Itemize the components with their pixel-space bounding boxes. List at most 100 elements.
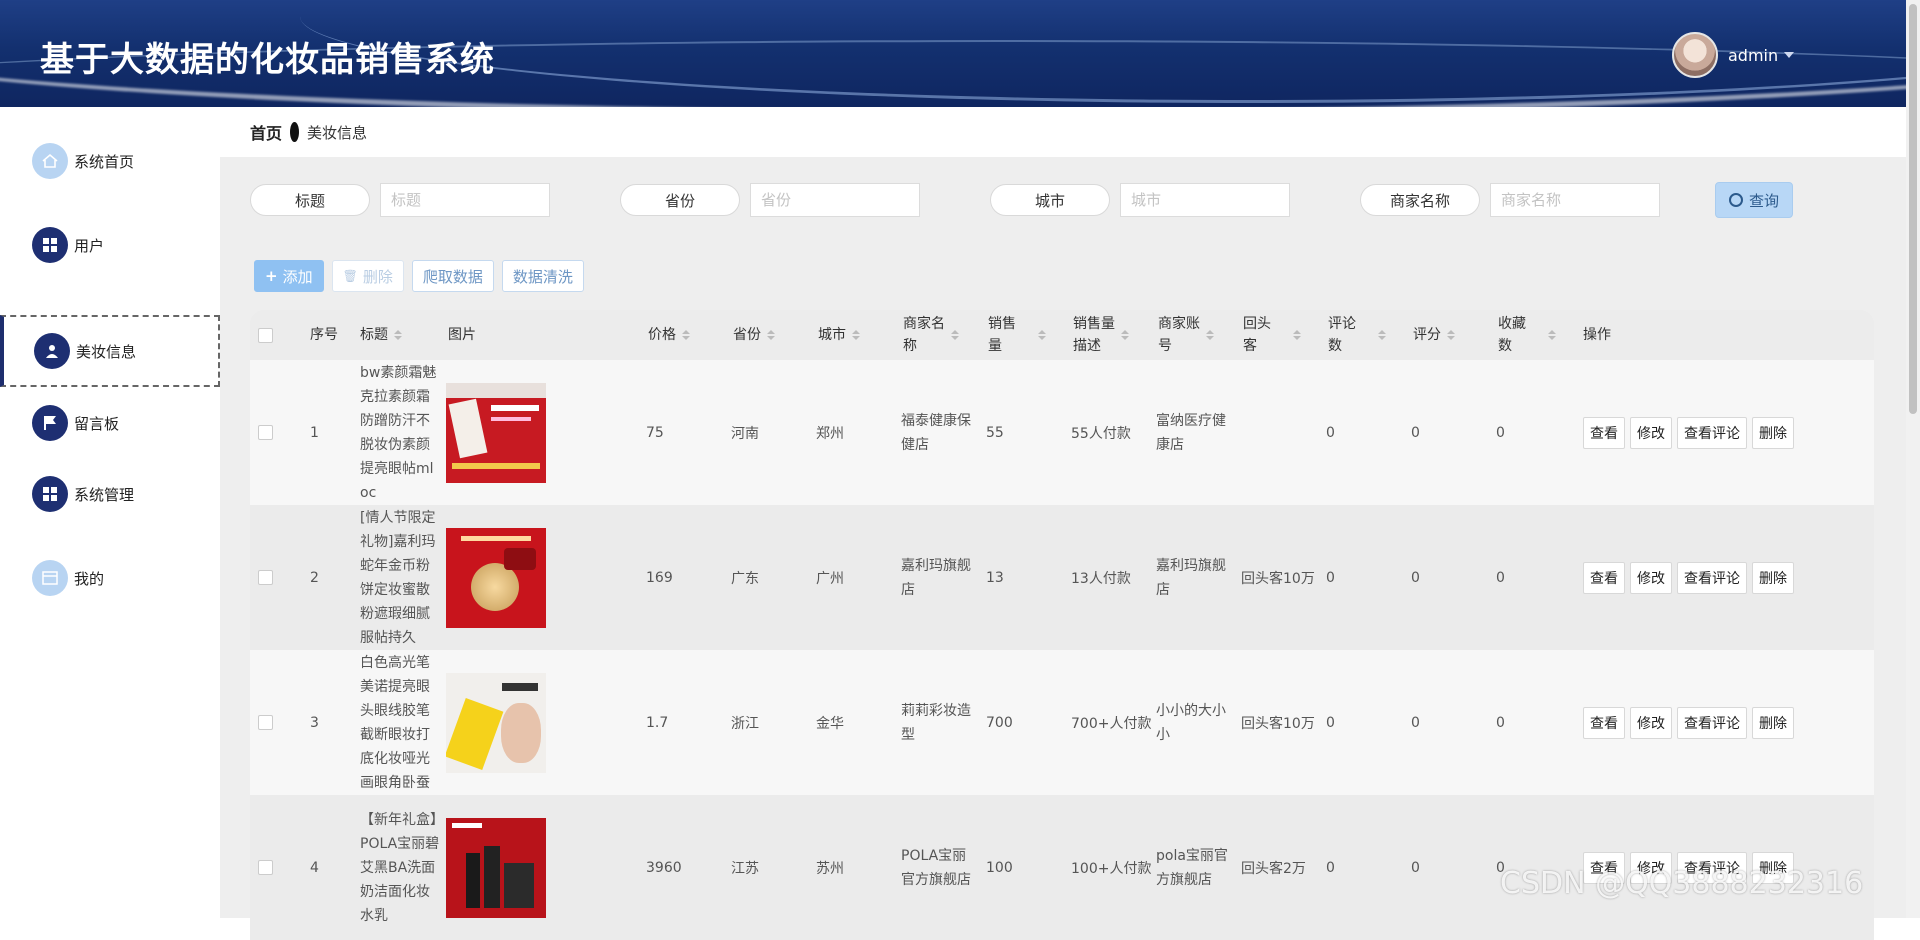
add-button[interactable]: + 添加 bbox=[254, 260, 324, 292]
sort-icon[interactable] bbox=[394, 330, 402, 340]
cell-sales-desc: 700+人付款 bbox=[1071, 715, 1152, 732]
username[interactable]: admin bbox=[1728, 46, 1778, 65]
product-thumbnail[interactable] bbox=[446, 817, 546, 918]
edit-button[interactable]: 修改 bbox=[1630, 416, 1672, 449]
row-checkbox[interactable] bbox=[258, 650, 273, 795]
sort-icon[interactable] bbox=[1548, 330, 1556, 340]
cell-image[interactable] bbox=[446, 795, 546, 940]
scrollbar-thumb[interactable] bbox=[1909, 4, 1917, 414]
delete-row-button[interactable]: 删除 bbox=[1752, 706, 1794, 739]
sidebar-item-mine[interactable]: 我的 bbox=[0, 544, 220, 612]
city-search-input[interactable] bbox=[1120, 183, 1290, 217]
query-button[interactable]: 查询 bbox=[1715, 182, 1793, 218]
cell-city: 金华 bbox=[816, 715, 844, 732]
header-rating[interactable]: 评分 bbox=[1413, 310, 1455, 360]
search-label-city: 城市 bbox=[990, 184, 1110, 216]
row-checkbox[interactable] bbox=[258, 505, 273, 650]
table-row[interactable]: 2 [情人节限定礼物]嘉利玛蛇年金币粉饼定妆蜜散粉遮瑕细腻服帖持久 169 广东… bbox=[250, 505, 1874, 650]
header-comments-label: 评论 数 bbox=[1328, 316, 1356, 354]
table-row[interactable]: 3 白色高光笔美诺提亮眼头眼线胶笔截断眼妆打底化妆哑光画眼角卧蚕 1.7 浙江 … bbox=[250, 650, 1874, 795]
chevron-down-icon[interactable] bbox=[1784, 52, 1795, 58]
crawl-data-button[interactable]: 爬取数据 bbox=[411, 260, 494, 292]
sort-icon[interactable] bbox=[1293, 330, 1301, 340]
table-row[interactable]: 1 bw素颜霜魅克拉素颜霜防蹭防汗不脱妆伪素颜提亮眼帖mloc 75 河南 郑州… bbox=[250, 360, 1874, 505]
delete-button-label: 删除 bbox=[362, 267, 393, 286]
cell-merchant: 莉莉彩妆造型 bbox=[901, 702, 971, 743]
merchant-search-input[interactable] bbox=[1490, 183, 1660, 217]
cell-sales: 100 bbox=[986, 859, 1013, 876]
product-thumbnail[interactable] bbox=[446, 672, 546, 773]
cell-image[interactable] bbox=[446, 650, 546, 795]
cell-index: 4 bbox=[310, 859, 319, 876]
header-sales-desc[interactable]: 销售量 描述 bbox=[1073, 310, 1129, 360]
sort-icon[interactable] bbox=[852, 330, 860, 340]
sort-icon[interactable] bbox=[1206, 330, 1214, 340]
view-button[interactable]: 查看 bbox=[1583, 561, 1625, 594]
cell-comments: 0 bbox=[1326, 569, 1335, 586]
title-search-input[interactable] bbox=[380, 183, 550, 217]
view-comments-button[interactable]: 查看评论 bbox=[1677, 416, 1747, 449]
header-price[interactable]: 价格 bbox=[648, 310, 690, 360]
header-account[interactable]: 商家账 号 bbox=[1158, 310, 1214, 360]
header-title[interactable]: 标题 bbox=[360, 310, 402, 360]
header-city[interactable]: 城市 bbox=[818, 310, 860, 360]
search-label-merchant: 商家名称 bbox=[1360, 184, 1480, 216]
cell-province: 江苏 bbox=[731, 860, 759, 877]
cell-image[interactable] bbox=[446, 505, 546, 650]
sort-icon[interactable] bbox=[1038, 330, 1046, 340]
cell-account: pola宝丽官方旗舰店 bbox=[1156, 847, 1228, 888]
header-favorites[interactable]: 收藏 数 bbox=[1498, 310, 1556, 360]
sidebar-item-beauty-info[interactable]: 美妆信息 bbox=[0, 315, 220, 387]
delete-row-button[interactable]: 删除 bbox=[1752, 416, 1794, 449]
cell-province: 河南 bbox=[731, 425, 759, 442]
select-all-checkbox[interactable] bbox=[258, 310, 273, 360]
sort-icon[interactable] bbox=[767, 330, 775, 340]
cell-ops: 查看 修改 查看评论 删除 bbox=[1583, 505, 1799, 650]
edit-button[interactable]: 修改 bbox=[1630, 706, 1672, 739]
header-sales[interactable]: 销售 量 bbox=[988, 310, 1046, 360]
sidebar-item-home[interactable]: 系统首页 bbox=[0, 127, 220, 195]
cell-favorites: 0 bbox=[1496, 569, 1505, 586]
cell-index: 3 bbox=[310, 714, 319, 731]
sidebar-item-message-board[interactable]: 留言板 bbox=[0, 389, 220, 457]
cell-image[interactable] bbox=[446, 360, 546, 505]
sort-icon[interactable] bbox=[1378, 330, 1386, 340]
sort-icon[interactable] bbox=[951, 330, 959, 340]
data-clean-button[interactable]: 数据清洗 bbox=[501, 260, 584, 292]
row-checkbox[interactable] bbox=[258, 795, 273, 940]
sidebar-item-system-management[interactable]: 系统管理 bbox=[0, 460, 220, 528]
header-repeat[interactable]: 回头 客 bbox=[1243, 310, 1301, 360]
cell-merchant: POLA宝丽官方旗舰店 bbox=[901, 847, 971, 888]
sort-icon[interactable] bbox=[682, 330, 690, 340]
cell-comments: 0 bbox=[1326, 859, 1335, 876]
header-comments[interactable]: 评论 数 bbox=[1328, 310, 1386, 360]
app-title: 基于大数据的化妆品销售系统 bbox=[40, 40, 495, 80]
sort-icon[interactable] bbox=[1121, 330, 1129, 340]
delete-button[interactable]: 🗑 删除 bbox=[331, 260, 404, 292]
cell-province: 浙江 bbox=[731, 715, 759, 732]
breadcrumb-home[interactable]: 首页 bbox=[250, 120, 282, 144]
sidebar-item-label: 系统首页 bbox=[74, 152, 135, 171]
add-button-label: 添加 bbox=[282, 267, 313, 286]
avatar[interactable] bbox=[1672, 32, 1718, 78]
view-comments-button[interactable]: 查看评论 bbox=[1677, 561, 1747, 594]
row-checkbox[interactable] bbox=[258, 360, 273, 505]
view-button[interactable]: 查看 bbox=[1583, 416, 1625, 449]
edit-button[interactable]: 修改 bbox=[1630, 561, 1672, 594]
user-menu[interactable]: admin bbox=[1672, 32, 1795, 78]
view-comments-button[interactable]: 查看评论 bbox=[1677, 706, 1747, 739]
sidebar-item-users[interactable]: 用户 bbox=[0, 211, 220, 279]
product-thumbnail[interactable] bbox=[446, 382, 546, 483]
page-scrollbar[interactable] bbox=[1906, 0, 1920, 918]
sort-icon[interactable] bbox=[1447, 330, 1455, 340]
home-icon bbox=[32, 143, 68, 179]
product-thumbnail[interactable] bbox=[446, 527, 546, 628]
delete-row-button[interactable]: 删除 bbox=[1752, 561, 1794, 594]
province-search-input[interactable] bbox=[750, 183, 920, 217]
header-province[interactable]: 省份 bbox=[733, 310, 775, 360]
header-account-label: 商家账 号 bbox=[1158, 316, 1200, 354]
view-button[interactable]: 查看 bbox=[1583, 706, 1625, 739]
header-index: 序号 bbox=[310, 327, 338, 343]
header-merchant[interactable]: 商家名 称 bbox=[903, 310, 959, 360]
cell-rating: 0 bbox=[1411, 424, 1420, 441]
